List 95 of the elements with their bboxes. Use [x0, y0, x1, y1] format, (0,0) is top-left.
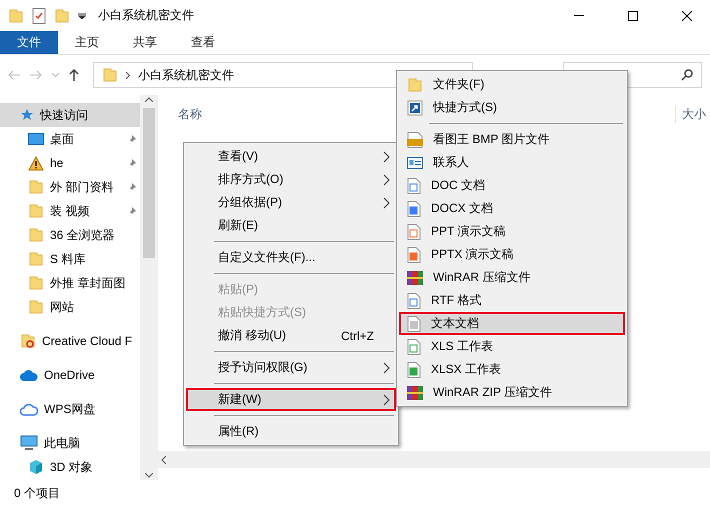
menu-item[interactable]: XLS 工作表 — [399, 335, 625, 358]
menu-item[interactable]: 分组依据(P) — [186, 191, 396, 214]
status-text: 0 个项目 — [14, 484, 60, 502]
cube-icon — [28, 459, 44, 475]
caret-up-icon — [144, 97, 152, 102]
chevron-right-icon — [383, 196, 390, 208]
sidebar-item[interactable]: 快速访问 — [0, 103, 140, 127]
caret-down-icon — [144, 473, 152, 478]
menu-item[interactable]: WinRAR 压缩文件 — [399, 266, 625, 289]
menu-item[interactable]: 看图王 BMP 图片文件 — [399, 128, 625, 151]
document-icon — [407, 178, 421, 194]
close-icon[interactable] — [682, 10, 692, 20]
text-file-icon — [407, 316, 421, 332]
sidebar-item[interactable]: 桌面 — [0, 127, 140, 151]
sidebar-item[interactable]: 36 全浏览器 — [0, 223, 140, 247]
chevron-right-icon — [383, 174, 390, 186]
desktop-icon — [28, 133, 44, 145]
menu-item[interactable]: DOC 文档 — [399, 174, 625, 197]
contact-card-icon — [407, 156, 423, 168]
menu-item[interactable]: 查看(V) — [186, 145, 396, 168]
sidebar-item[interactable]: Creative Cloud F — [0, 329, 140, 353]
document-icon — [407, 292, 421, 308]
window-title: 小白系统机密文件 — [98, 7, 195, 24]
sidebar-item[interactable]: 外 部门资料 — [0, 175, 140, 199]
search-icon — [681, 69, 693, 81]
sidebar-item[interactable]: 装 视频 — [0, 199, 140, 223]
sidebar-item[interactable]: S 料库 — [0, 247, 140, 271]
chevron-right-icon — [383, 150, 390, 162]
menu-item[interactable]: RTF 格式 — [399, 289, 625, 312]
sidebar-item[interactable]: he — [0, 151, 140, 175]
sidebar-item[interactable]: 外推 章封面图 — [0, 271, 140, 295]
folder-icon — [20, 333, 36, 349]
menu-item[interactable]: WinRAR ZIP 压缩文件 — [399, 381, 625, 404]
chevron-right-icon — [383, 394, 390, 406]
forward-icon[interactable] — [30, 70, 42, 80]
scrollbar[interactable] — [158, 451, 710, 468]
menu-item[interactable]: 联系人 — [399, 151, 625, 174]
caret-icon[interactable] — [52, 73, 59, 77]
cloud-icon — [20, 370, 38, 380]
menu-item[interactable]: DOCX 文档 — [399, 197, 625, 220]
folder-icon — [28, 227, 44, 243]
up-icon[interactable] — [69, 69, 79, 81]
menu-item[interactable]: 授予访问权限(G) — [186, 356, 396, 379]
archive-icon — [407, 384, 423, 400]
menu-item[interactable]: 新建(W) — [186, 388, 396, 411]
spreadsheet-icon — [407, 338, 421, 354]
dropdown-icon[interactable] — [78, 12, 86, 18]
archive-icon — [407, 270, 423, 286]
ribbon-tab[interactable]: 查看 — [174, 31, 232, 54]
folder-icon — [28, 299, 44, 315]
maximize-icon[interactable] — [628, 10, 638, 20]
folder-icon — [28, 275, 44, 291]
menu-item[interactable]: PPT 演示文稿 — [399, 220, 625, 243]
menu-item[interactable]: XLSX 工作表 — [399, 358, 625, 381]
menu-item[interactable]: 撤消 移动(U) Ctrl+Z — [186, 324, 396, 347]
caret-left-icon — [161, 456, 166, 464]
folder-icon — [28, 179, 44, 195]
warning-icon — [28, 156, 44, 170]
sidebar-item[interactable]: 此电脑 — [0, 431, 140, 455]
document-icon — [407, 200, 421, 216]
folder-icon — [28, 251, 44, 267]
back-icon[interactable] — [8, 70, 20, 80]
menu-item[interactable]: 快捷方式(S) — [399, 96, 625, 119]
computer-icon — [20, 435, 38, 451]
column-header[interactable]: 名称 — [178, 106, 206, 122]
ribbon-tab[interactable]: 文件 — [0, 31, 58, 54]
menu-item[interactable]: 属性(R) — [186, 420, 396, 443]
folder-icon — [28, 203, 44, 219]
folder-icon — [102, 67, 118, 83]
shortcut-icon — [407, 100, 423, 116]
folder-icon — [407, 76, 423, 92]
folder-icon — [8, 8, 24, 24]
chevron-right-icon — [126, 72, 130, 78]
chevron-right-icon — [383, 362, 390, 374]
ribbon-tab[interactable]: 主页 — [58, 31, 116, 54]
presentation-icon — [407, 246, 421, 262]
column-header[interactable]: 大小 — [675, 106, 710, 122]
sidebar-item[interactable]: 3D 对象 — [0, 455, 140, 479]
properties-icon[interactable] — [32, 8, 46, 24]
star-icon — [20, 108, 34, 122]
scrollbar[interactable] — [140, 95, 157, 480]
menu-item[interactable]: 刷新(E) — [186, 214, 396, 237]
sidebar-item[interactable]: 网站 — [0, 295, 140, 319]
folder-icon — [54, 8, 70, 24]
spreadsheet-icon — [407, 362, 421, 378]
sidebar-item[interactable]: WPS网盘 — [0, 397, 140, 421]
menu-item[interactable]: 排序方式(O) — [186, 168, 396, 191]
menu-item[interactable]: 文本文档 — [399, 312, 625, 335]
image-file-icon — [407, 132, 423, 148]
menu-item[interactable]: PPTX 演示文稿 — [399, 243, 625, 266]
presentation-icon — [407, 224, 421, 240]
menu-item[interactable]: 自定义文件夹(F)... — [186, 246, 396, 269]
sidebar-item[interactable]: OneDrive — [0, 363, 140, 387]
ribbon-tab[interactable]: 共享 — [116, 31, 174, 54]
cloud-icon — [20, 402, 38, 416]
